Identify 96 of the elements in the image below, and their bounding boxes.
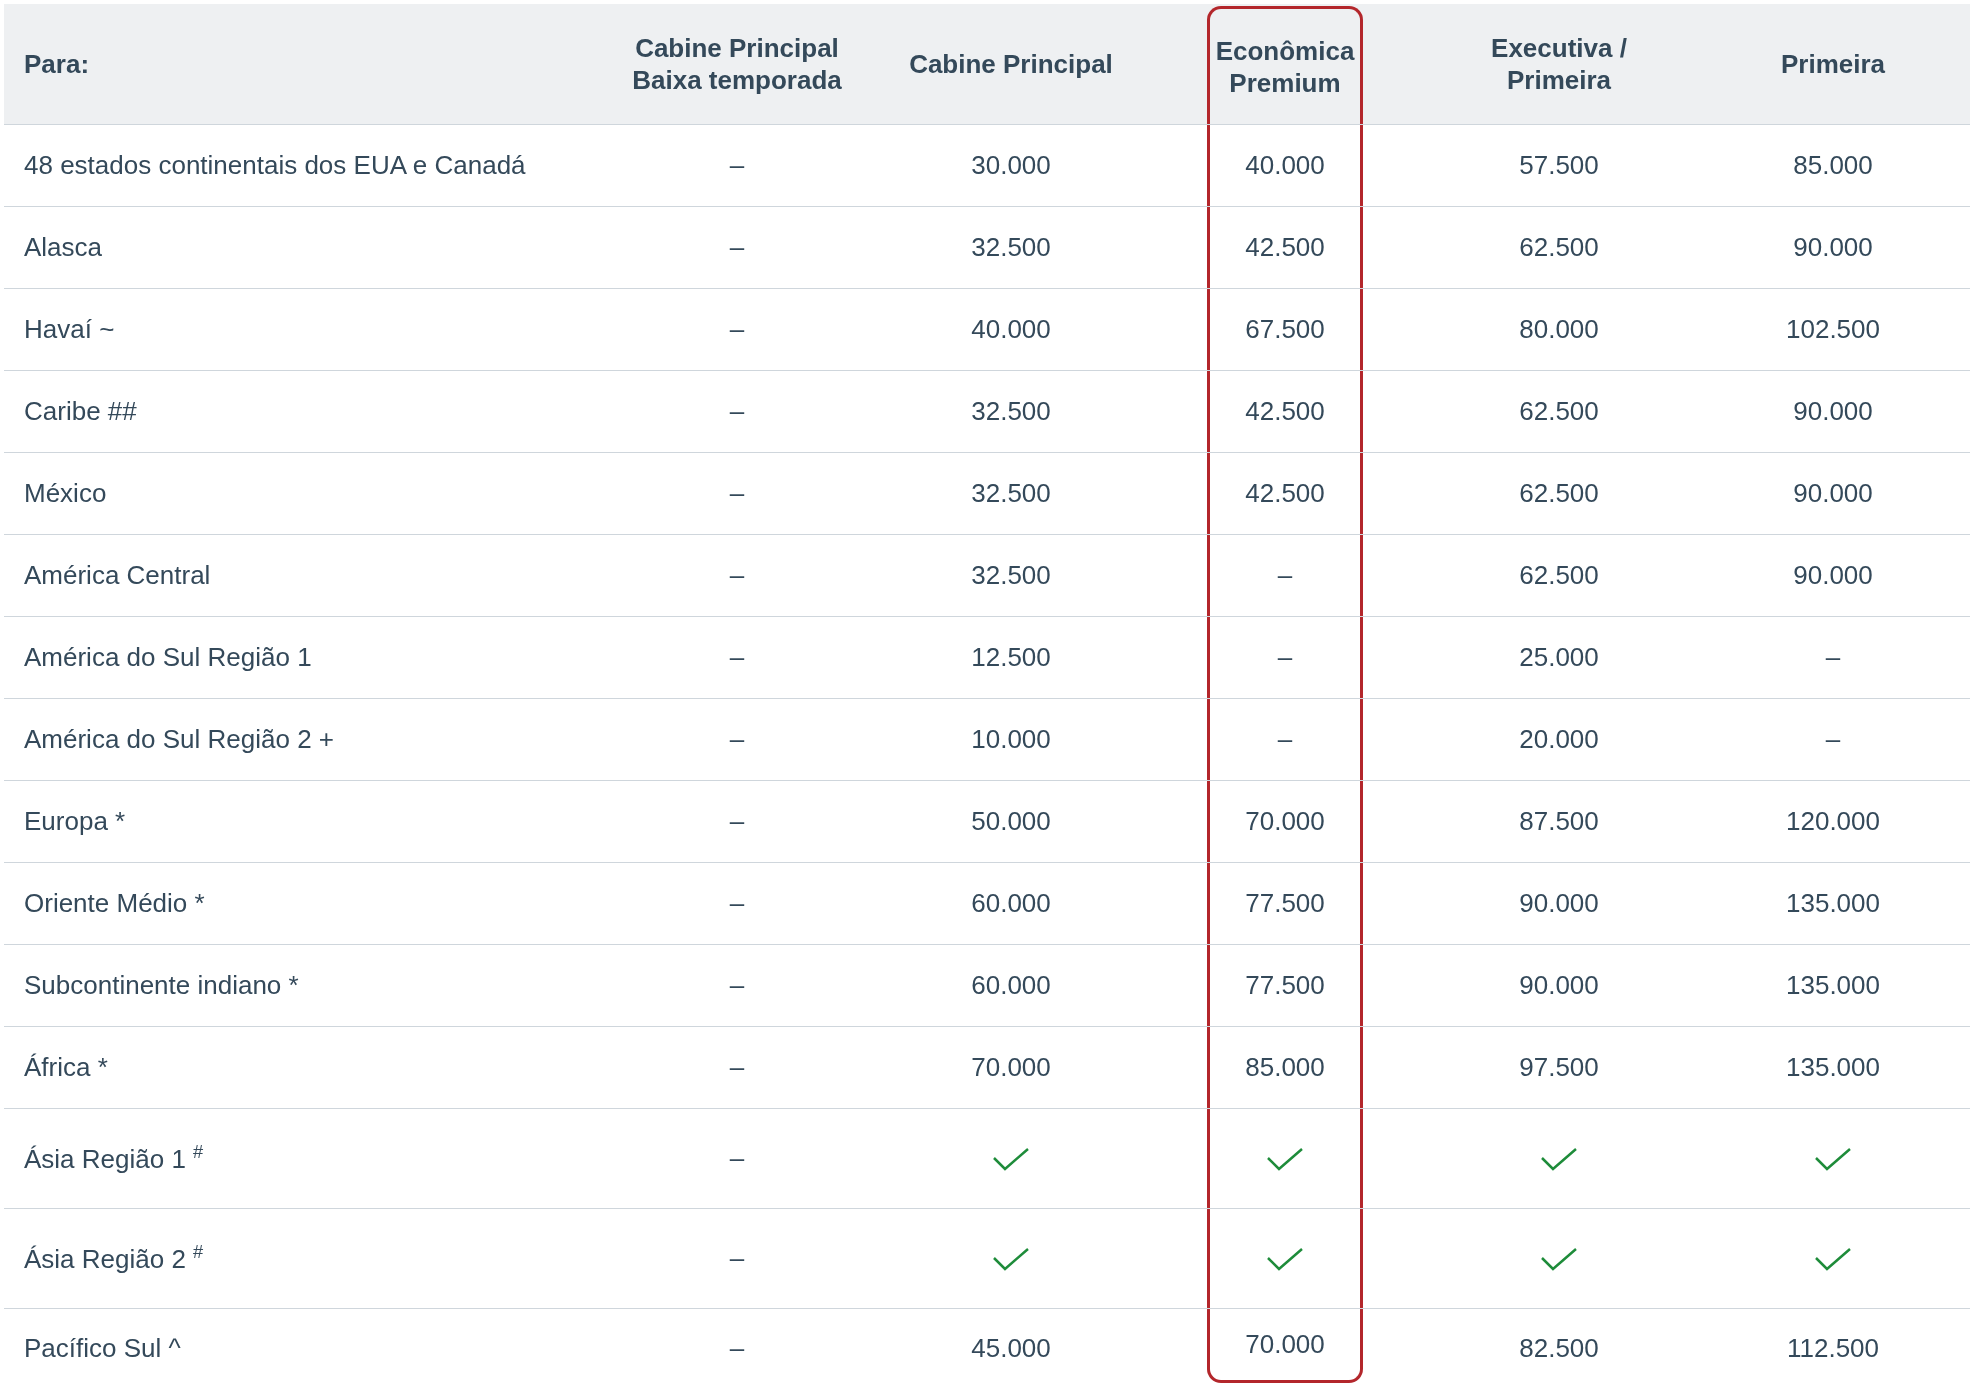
table-cell: 90.000 — [1793, 232, 1873, 263]
destination-label: América do Sul Região 2 + — [24, 724, 334, 755]
table-cell: 82.500 — [1519, 1332, 1599, 1364]
table-cell: 70.000 — [971, 1052, 1051, 1083]
table-cell: 70.000 — [1245, 1329, 1325, 1360]
table-cell: 10.000 — [971, 724, 1051, 755]
table-cell: – — [729, 150, 745, 181]
table-cell: 90.000 — [1519, 970, 1599, 1001]
table-cell: – — [1825, 724, 1841, 755]
table-cell: – — [729, 314, 745, 345]
table-cell: 102.500 — [1786, 314, 1880, 345]
check-icon — [1266, 1246, 1304, 1271]
table-cell: – — [1277, 560, 1293, 591]
table-cell: – — [729, 560, 745, 591]
destination-label: 48 estados continentais dos EUA e Canadá — [24, 150, 526, 181]
destination-label: Ásia Região 1 $^{#}$ — [24, 1142, 204, 1175]
destination-label: Havaí ~ — [24, 314, 115, 345]
table-cell: 20.000 — [1519, 724, 1599, 755]
table-cell: 60.000 — [971, 970, 1051, 1001]
table-cell: 112.500 — [1786, 1332, 1880, 1364]
table-cell: 45.000 — [971, 1332, 1051, 1364]
check-icon — [1814, 1246, 1852, 1271]
table-cell: 40.000 — [1245, 150, 1325, 181]
table-cell: – — [729, 1332, 745, 1364]
table-cell: 25.000 — [1519, 642, 1599, 673]
table-cell: – — [729, 806, 745, 837]
table-cell: – — [1277, 724, 1293, 755]
column-header: Cabine Principal Baixa temporada — [631, 32, 843, 96]
column-header: Para: — [24, 48, 90, 80]
table-cell: – — [729, 724, 745, 755]
table-cell: 57.500 — [1519, 150, 1599, 181]
table-cell: 32.500 — [971, 232, 1051, 263]
table-cell: 135.000 — [1786, 888, 1880, 919]
table-cell: 135.000 — [1786, 1052, 1880, 1083]
table-cell: – — [729, 1143, 745, 1174]
destination-label: América Central — [24, 560, 211, 591]
table-cell: – — [729, 888, 745, 919]
check-icon — [992, 1146, 1030, 1171]
table-cell: 62.500 — [1519, 478, 1599, 509]
table-cell: 50.000 — [971, 806, 1051, 837]
table-cell: – — [729, 396, 745, 427]
destination-label: Alasca — [24, 232, 103, 263]
table-cell: – — [1277, 642, 1293, 673]
table-cell: 85.000 — [1793, 150, 1873, 181]
destination-label: Subcontinente indiano * — [24, 970, 299, 1001]
check-icon — [1540, 1146, 1578, 1171]
table-cell: 32.500 — [971, 478, 1051, 509]
destination-label: Ásia Região 2 $^{#}$ — [24, 1242, 204, 1275]
table-cell: 32.500 — [971, 396, 1051, 427]
table-cell: 12.500 — [971, 642, 1051, 673]
table-cell: 62.500 — [1519, 560, 1599, 591]
table-cell: – — [1825, 642, 1841, 673]
table-cell: 90.000 — [1519, 888, 1599, 919]
table-cell: 62.500 — [1519, 396, 1599, 427]
table-cell: 42.500 — [1245, 232, 1325, 263]
table-cell: – — [729, 1243, 745, 1274]
destination-label: Europa * — [24, 806, 126, 837]
column-header: Econômica Premium — [1215, 34, 1355, 99]
table-cell: 120.000 — [1786, 806, 1880, 837]
table-cell: 85.000 — [1245, 1052, 1325, 1083]
table-cell: – — [729, 232, 745, 263]
table-cell: – — [729, 970, 745, 1001]
table-cell: 30.000 — [971, 150, 1051, 181]
table-cell: 67.500 — [1245, 314, 1325, 345]
table-cell: 135.000 — [1786, 970, 1880, 1001]
table-cell: 62.500 — [1519, 232, 1599, 263]
check-icon — [992, 1246, 1030, 1271]
table-cell: – — [729, 1052, 745, 1083]
table-cell: – — [729, 478, 745, 509]
table-cell: 42.500 — [1245, 396, 1325, 427]
table-cell: 40.000 — [971, 314, 1051, 345]
destination-label: Caribe ## — [24, 396, 137, 427]
column-header: Primeira — [1780, 48, 1886, 80]
destination-label: Pacífico Sul ^ — [24, 1332, 181, 1364]
check-icon — [1814, 1146, 1852, 1171]
check-icon — [1540, 1246, 1578, 1271]
table-cell: 42.500 — [1245, 478, 1325, 509]
column-header: Cabine Principal — [909, 48, 1113, 80]
table-cell: 80.000 — [1519, 314, 1599, 345]
destination-label: Oriente Médio * — [24, 888, 205, 919]
table-cell: 87.500 — [1519, 806, 1599, 837]
destination-label: América do Sul Região 1 — [24, 642, 312, 673]
table-cell: 32.500 — [971, 560, 1051, 591]
table-cell: 90.000 — [1793, 396, 1873, 427]
table-cell: 60.000 — [971, 888, 1051, 919]
destination-label: África * — [24, 1052, 108, 1083]
table-cell: 90.000 — [1793, 560, 1873, 591]
table-cell: – — [729, 642, 745, 673]
column-header: Executiva / Primeira — [1490, 32, 1628, 96]
destination-label: México — [24, 478, 107, 509]
table-cell: 97.500 — [1519, 1052, 1599, 1083]
table-cell: 77.500 — [1245, 970, 1325, 1001]
table-cell: 70.000 — [1245, 806, 1325, 837]
check-icon — [1266, 1146, 1304, 1171]
table-cell: 77.500 — [1245, 888, 1325, 919]
table-cell: 90.000 — [1793, 478, 1873, 509]
